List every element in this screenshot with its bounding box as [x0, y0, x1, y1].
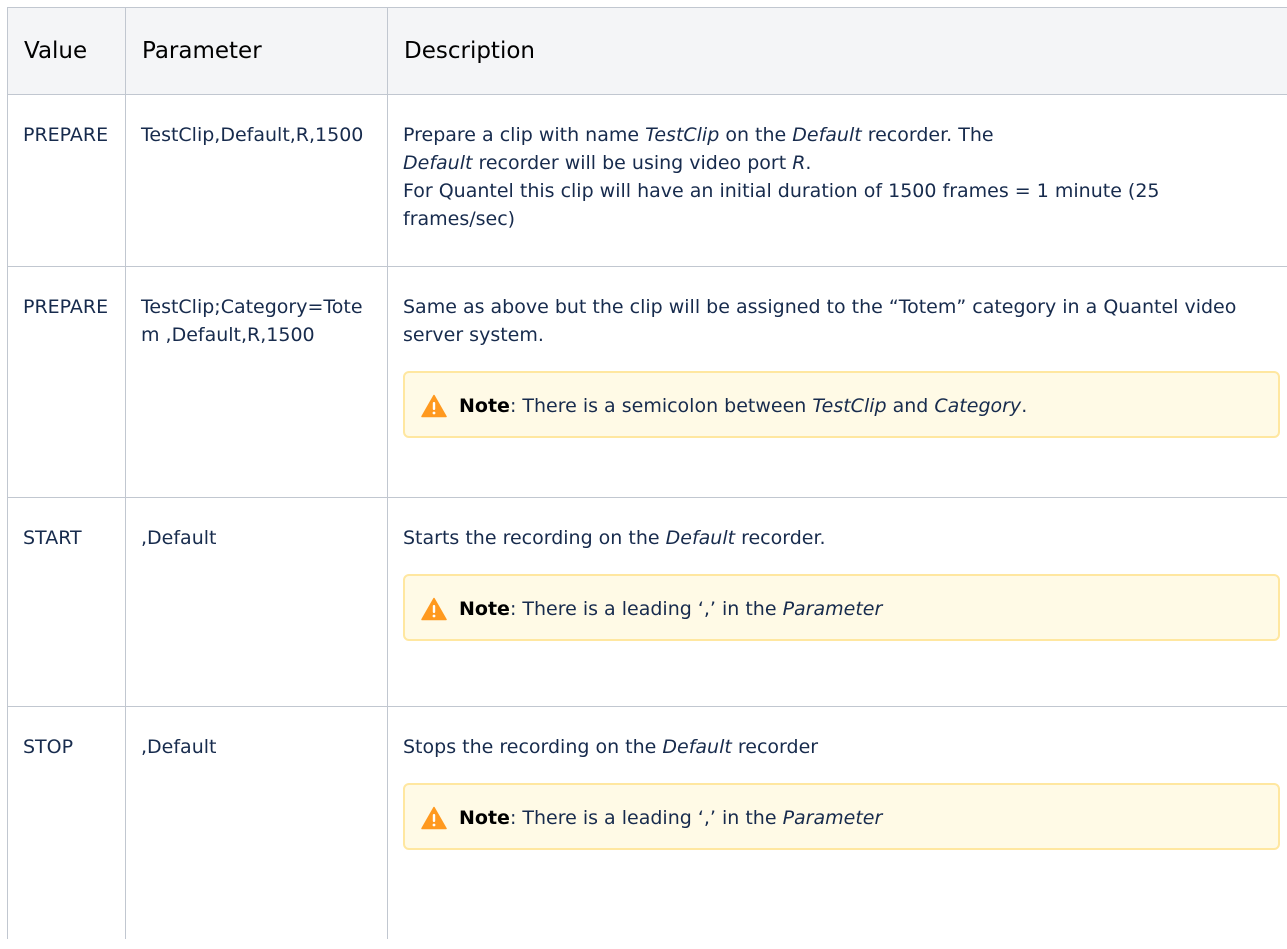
table-row: START ,Default Starts the recording on t… — [7, 497, 1287, 707]
description-text: Stops the recording on the Default recor… — [388, 707, 1287, 870]
table-row: PREPARE TestClip;Category=Totem ,Default… — [7, 266, 1287, 498]
value-cell: STOP — [7, 706, 126, 939]
value-text: STOP — [23, 736, 74, 758]
parameter-cell: TestClip,Default,R,1500 — [125, 94, 388, 267]
description-cell: Same as above but the clip will be assig… — [387, 266, 1287, 498]
value-cell: START — [7, 497, 126, 707]
value-cell: PREPARE — [7, 94, 126, 267]
note-panel: Note: There is a leading ‘,’ in the Para… — [403, 574, 1280, 641]
value-text: START — [23, 527, 82, 549]
parameter-text: ,Default — [141, 527, 217, 549]
parameter-text: TestClip;Category=Totem ,Default,R,1500 — [141, 296, 363, 346]
parameter-cell: TestClip;Category=Totem ,Default,R,1500 — [125, 266, 388, 498]
warning-triangle-icon — [421, 597, 447, 621]
parameter-cell: ,Default — [125, 497, 388, 707]
value-cell: PREPARE — [7, 266, 126, 498]
parameter-text: ,Default — [141, 736, 217, 758]
description-cell: Starts the recording on the Default reco… — [387, 497, 1287, 707]
header-parameter: Parameter — [125, 7, 388, 95]
header-value: Value — [7, 7, 126, 95]
note-text: Note: There is a leading ‘,’ in the Para… — [459, 598, 883, 620]
note-panel: Note: There is a leading ‘,’ in the Para… — [403, 783, 1280, 850]
value-text: PREPARE — [23, 124, 109, 146]
description-text: Prepare a clip with name TestClip on the… — [403, 124, 1160, 230]
value-text: PREPARE — [23, 296, 109, 318]
description-cell: Prepare a clip with name TestClip on the… — [387, 94, 1287, 267]
note-panel: Note: There is a semicolon between TestC… — [403, 371, 1280, 438]
description-text: Starts the recording on the Default reco… — [388, 498, 1287, 661]
note-text: Note: There is a semicolon between TestC… — [459, 395, 1028, 417]
table-row: PREPARE TestClip,Default,R,1500 Prepare … — [7, 94, 1287, 267]
table-header-row: Value Parameter Description — [7, 7, 1287, 95]
warning-triangle-icon — [421, 394, 447, 418]
parameter-cell: ,Default — [125, 706, 388, 939]
parameter-text: TestClip,Default,R,1500 — [141, 124, 364, 146]
description-cell: Stops the recording on the Default recor… — [387, 706, 1287, 939]
table-row: STOP ,Default Stops the recording on the… — [7, 706, 1287, 939]
warning-triangle-icon — [421, 806, 447, 830]
description-text: Same as above but the clip will be assig… — [388, 267, 1287, 458]
note-text: Note: There is a leading ‘,’ in the Para… — [459, 807, 883, 829]
command-reference-table: Value Parameter Description PREPARE Test… — [7, 7, 1287, 939]
header-description: Description — [387, 7, 1287, 95]
